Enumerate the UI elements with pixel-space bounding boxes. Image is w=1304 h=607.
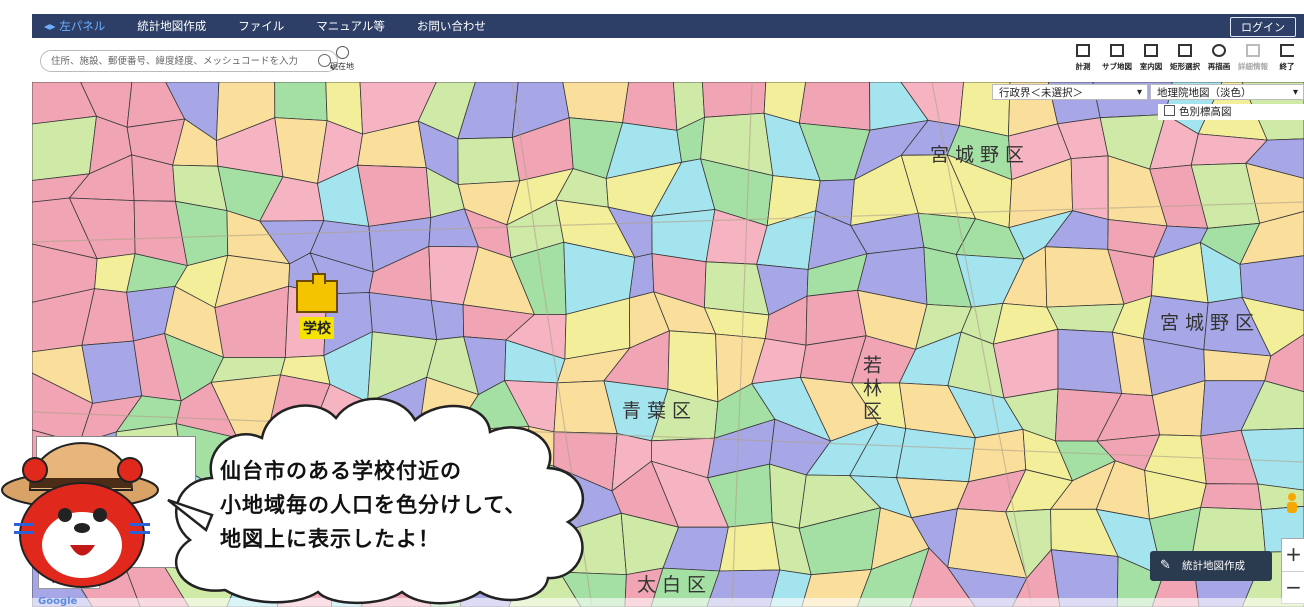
mascot-icon [1,442,159,588]
bubble-line: 地図上に表示したよ！ [220,527,440,551]
bubble-line: 小地域毎の人口を色分けして、 [220,493,527,517]
bubble-line: 仙台市のある学校付近の [220,459,462,483]
mascot-illustration [1,397,585,605]
